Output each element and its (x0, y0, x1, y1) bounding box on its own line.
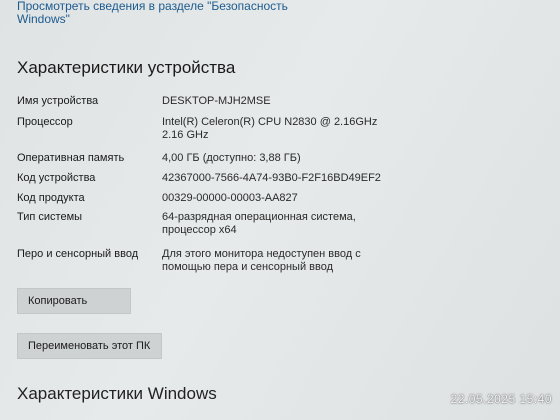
security-details-link[interactable]: Просмотреть сведения в разделе "Безопасн… (17, 0, 317, 26)
spec-value: Для этого монитора недоступен ввод с пом… (162, 248, 361, 273)
spec-value: 64-разрядная операционная система, проце… (162, 211, 356, 236)
spec-label: Перо и сенсорный ввод (17, 248, 139, 260)
photo-timestamp: 22.05.2025 15:40 (450, 392, 552, 406)
spec-label: Тип системы (17, 211, 83, 223)
spec-label: Код устройства (17, 172, 96, 184)
spec-value: 42367000-7566-4A74-93B0-F2F16BD49EF2 (162, 172, 381, 184)
spec-value: DESKTOP-MJH2MSE (162, 95, 271, 107)
device-specs-title: Характеристики устройства (17, 58, 236, 77)
spec-label: Имя устройства (17, 95, 99, 107)
spec-label: Процессор (17, 116, 73, 128)
rename-pc-button[interactable]: Переименовать этот ПК (17, 333, 162, 359)
spec-label: Оперативная память (17, 152, 125, 164)
windows-specs-title: Характеристики Windows (17, 384, 217, 403)
spec-value: Intel(R) Celeron(R) CPU N2830 @ 2.16GHz … (162, 116, 378, 141)
spec-value: 00329-00000-00003-AA827 (162, 192, 298, 204)
copy-button[interactable]: Копировать (17, 288, 131, 314)
spec-label: Код продукта (17, 192, 85, 204)
spec-value: 4,00 ГБ (доступно: 3,88 ГБ) (162, 152, 301, 164)
